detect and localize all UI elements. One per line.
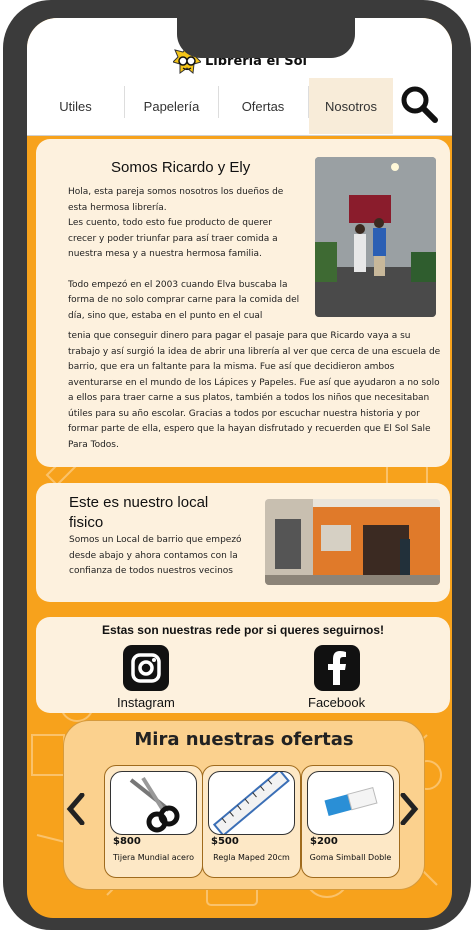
chevron-right-icon[interactable] <box>399 793 419 825</box>
social-title: Estas son nuestras rede por si queres se… <box>101 623 385 637</box>
product-price: $200 <box>310 836 338 847</box>
phone-frame: Libreria el Sol Utiles Papelería Ofertas… <box>3 0 471 930</box>
nav-label: Utiles <box>59 98 92 114</box>
main-nav: Utiles Papelería Ofertas Nosotros <box>27 78 452 134</box>
instagram-label: Instagram <box>117 695 175 710</box>
instagram-icon <box>122 645 169 691</box>
product-card[interactable]: $800 Tijera Mundial acero <box>104 765 203 878</box>
social-card: Estas son nuestras rede por si queres se… <box>36 617 450 713</box>
product-card[interactable]: $200 Goma Simball Doble <box>301 765 400 878</box>
about-title: Somos Ricardo y Ely <box>111 159 251 176</box>
offers-title: Mira nuestras ofertas <box>134 729 354 750</box>
product-name: Goma Simball Doble <box>309 853 392 862</box>
owners-photo <box>315 157 436 317</box>
about-card: Somos Ricardo y Ely Hola, esta pareja so… <box>36 139 450 467</box>
nav-item-papeleria[interactable]: Papelería <box>125 78 218 134</box>
store-photo <box>265 499 440 585</box>
offers-panel: Mira nuestras ofertas $800 Tijera Mundia… <box>63 720 425 890</box>
local-text: Somos un Local de barrio que empezó desd… <box>69 535 242 576</box>
about-intro: Hola, esta pareja somos nosotros los due… <box>68 187 284 213</box>
nav-label: Papelería <box>143 98 200 114</box>
product-name: Tijera Mundial acero <box>113 853 194 862</box>
about-story-start: Todo empezó en el 2003 cuando Elva busca… <box>68 279 300 321</box>
facebook-label: Facebook <box>308 695 366 710</box>
chevron-left-icon[interactable] <box>66 793 86 825</box>
local-card: Este es nuestro local fisico Somos un Lo… <box>36 483 450 602</box>
nav-item-utiles[interactable]: Utiles <box>27 78 124 134</box>
product-price: $800 <box>113 836 141 847</box>
nav-label: Ofertas <box>241 98 285 114</box>
about-story-rest: tenia que conseguir dinero para pagar el… <box>68 331 441 450</box>
about-intro-2: Les cuento, todo esto fue producto de qu… <box>68 218 278 259</box>
search-icon[interactable] <box>399 84 439 124</box>
ruler-icon <box>208 771 295 835</box>
scissors-icon <box>110 771 197 835</box>
nav-item-ofertas[interactable]: Ofertas <box>219 78 307 134</box>
instagram-link[interactable]: Instagram <box>117 645 175 710</box>
nav-item-nosotros[interactable]: Nosotros <box>309 78 393 134</box>
facebook-icon <box>313 645 360 691</box>
local-title: Este es nuestro local fisico <box>69 494 209 531</box>
product-price: $500 <box>211 836 239 847</box>
product-card[interactable]: $500 Regla Maped 20cm <box>202 765 301 878</box>
nav-label: Nosotros <box>324 98 378 114</box>
product-name: Regla Maped 20cm <box>213 853 290 862</box>
eraser-icon <box>307 771 394 835</box>
phone-screen: Libreria el Sol Utiles Papelería Ofertas… <box>27 18 452 918</box>
phone-notch <box>177 18 355 58</box>
about-intro-block: Hola, esta pareja somos nosotros los due… <box>68 185 300 324</box>
facebook-link[interactable]: Facebook <box>308 645 365 710</box>
